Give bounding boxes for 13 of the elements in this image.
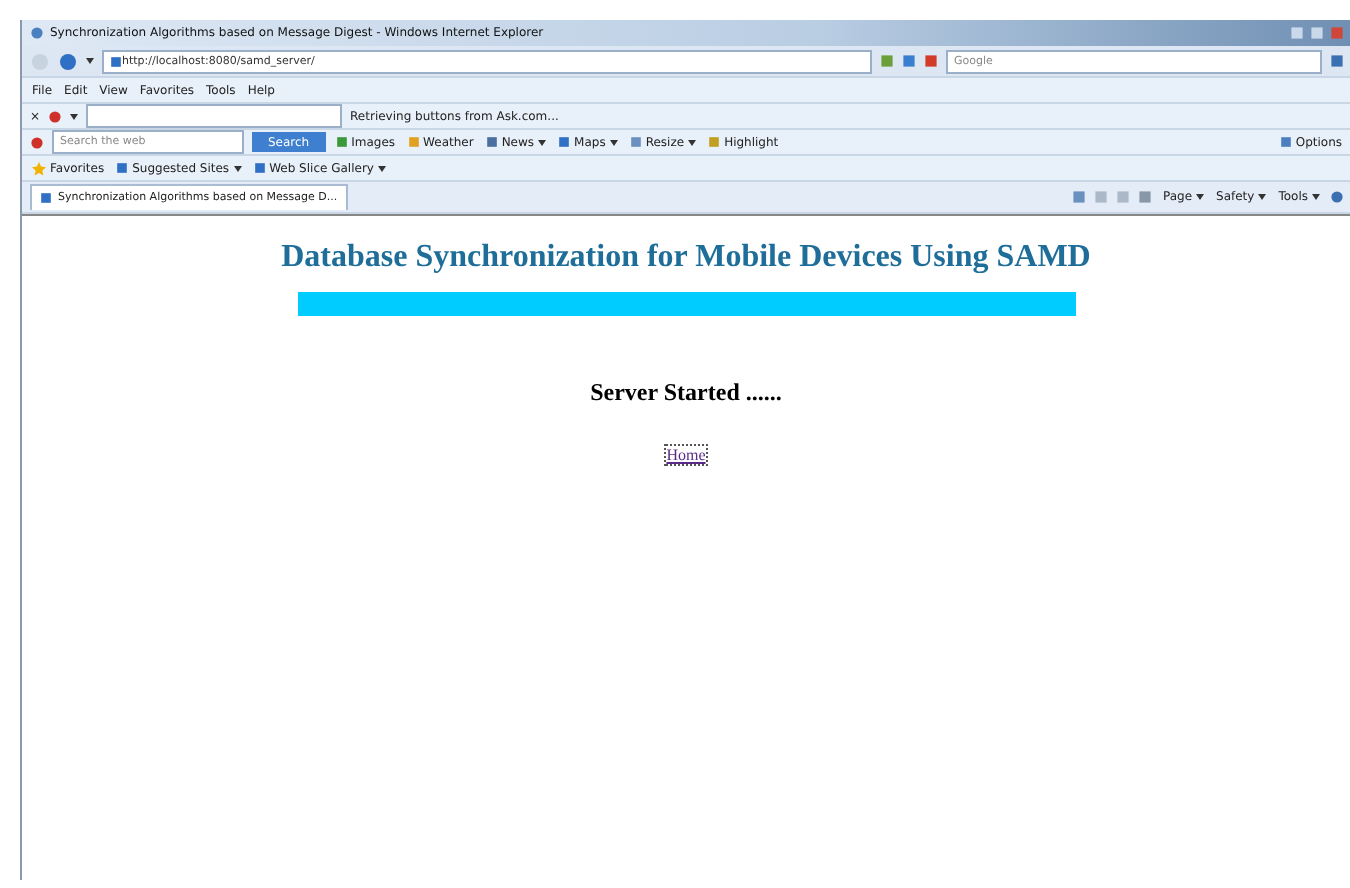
- caret-icon: [1196, 194, 1205, 200]
- caret-icon: [86, 58, 94, 64]
- close-icon: [1330, 26, 1344, 40]
- caret-icon: [1258, 194, 1267, 200]
- caret-icon: [1312, 194, 1320, 200]
- caret-icon: [70, 113, 79, 119]
- home-link[interactable]: Home: [664, 444, 708, 466]
- browser-icon: [30, 26, 44, 40]
- star-icon: [32, 161, 46, 175]
- status-message: Server Started ......: [590, 378, 782, 408]
- ask-input-field[interactable]: [86, 104, 343, 128]
- page-heading: Database Synchronization for Mobile Devices Using SAMD: [281, 240, 1091, 276]
- forward-button-icon: [58, 51, 78, 71]
